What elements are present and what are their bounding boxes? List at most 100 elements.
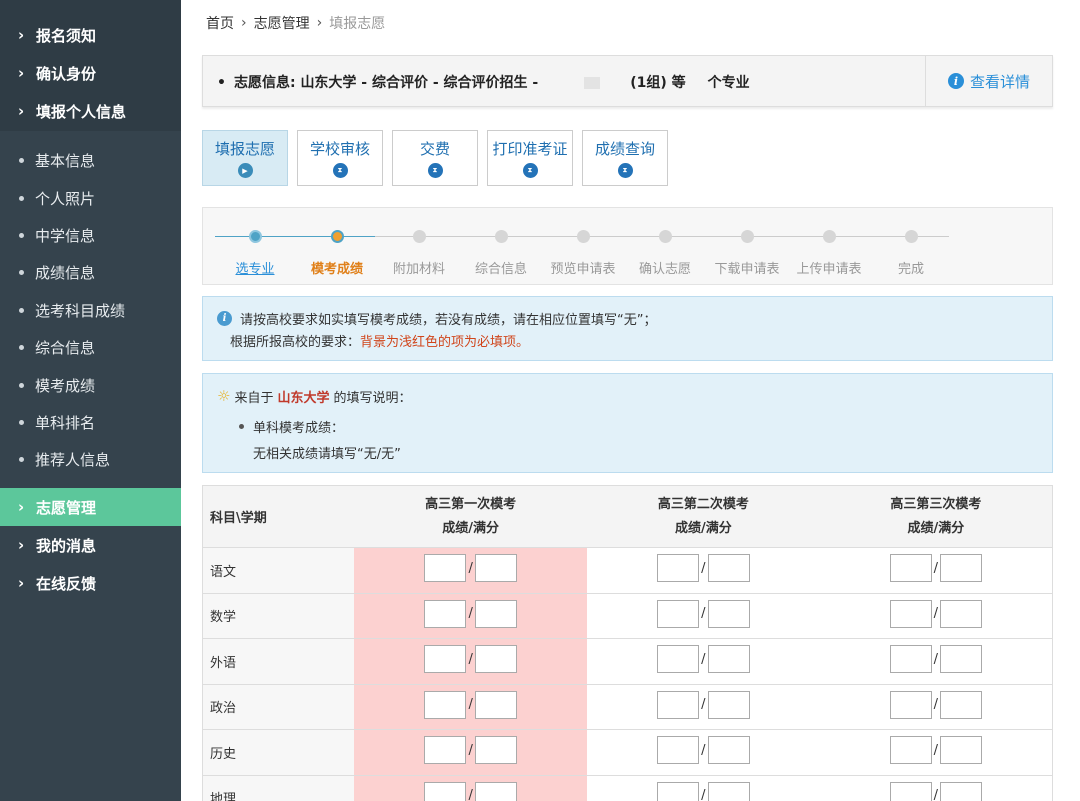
sidebar-sub-photo[interactable]: 个人照片: [0, 179, 181, 216]
full-score-input[interactable]: [707, 554, 750, 583]
sidebar-item-online-feedback[interactable]: › 在线反馈: [0, 564, 181, 602]
column-header: 高三第一次模考 成绩/满分: [354, 485, 587, 548]
score-input-pair: /: [424, 781, 517, 801]
score-input[interactable]: [657, 645, 700, 674]
sidebar-sub-label: 中学信息: [35, 226, 96, 245]
sidebar-sub-mock-scores[interactable]: 模考成绩: [0, 366, 181, 403]
sidebar-sub-label: 选考科目成绩: [35, 301, 126, 320]
score-input[interactable]: [424, 645, 467, 674]
score-input[interactable]: [889, 645, 932, 674]
subject-cell: 数学: [202, 593, 355, 639]
step-select-major[interactable]: 选专业: [215, 230, 295, 277]
chevron-right-icon: ›: [18, 102, 25, 120]
sidebar-item-confirm-identity[interactable]: › 确认身份: [0, 54, 181, 92]
sidebar-sub-comprehensive[interactable]: 综合信息: [0, 329, 181, 366]
score-input[interactable]: [889, 781, 932, 801]
full-score-input[interactable]: [940, 781, 983, 801]
score-input[interactable]: [657, 781, 700, 801]
score-input[interactable]: [657, 554, 700, 583]
score-input[interactable]: [657, 690, 700, 719]
score-input[interactable]: [889, 736, 932, 765]
score-input[interactable]: [889, 599, 932, 628]
tab-score-query[interactable]: 成绩查询 ⧗: [582, 130, 668, 186]
column-header: 高三第三次模考 成绩/满分: [819, 485, 1053, 548]
notice-box: i 请按高校要求如实填写模考成绩，若没有成绩，请在相应位置填写“无”； 根据所报高…: [202, 296, 1053, 361]
full-score-input[interactable]: [474, 645, 517, 674]
full-score-input[interactable]: [940, 599, 983, 628]
score-input[interactable]: [889, 690, 932, 719]
slash-separator: /: [933, 697, 939, 713]
full-score-input[interactable]: [707, 690, 750, 719]
sidebar-sub-school-info[interactable]: 中学信息: [0, 217, 181, 254]
tab-print-admission[interactable]: 打印准考证 ⧗: [487, 130, 573, 186]
sidebar-item-registration-notice[interactable]: › 报名须知: [0, 16, 181, 54]
full-score-input[interactable]: [474, 690, 517, 719]
score-input[interactable]: [889, 554, 932, 583]
sidebar-item-personal-info[interactable]: › 填报个人信息: [0, 92, 181, 130]
step-upload-form: 上传申请表: [789, 230, 869, 277]
sidebar-item-my-messages[interactable]: › 我的消息: [0, 526, 181, 564]
score-cell: /: [587, 684, 820, 730]
slash-separator: /: [701, 606, 706, 622]
step-dot: [904, 230, 918, 243]
step-label: 综合信息: [474, 262, 527, 277]
sidebar-item-application-management[interactable]: › 志愿管理: [0, 488, 181, 526]
score-input[interactable]: [424, 599, 467, 628]
sidebar-sub-subject-rank[interactable]: 单科排名: [0, 404, 181, 441]
full-score-input[interactable]: [940, 736, 983, 765]
full-score-input[interactable]: [474, 736, 517, 765]
sidebar-sub-grades[interactable]: 成绩信息: [0, 254, 181, 291]
chevron-right-icon: ›: [18, 498, 25, 516]
chevron-right-icon: ›: [18, 64, 25, 82]
full-score-input[interactable]: [474, 599, 517, 628]
corner-header: 科目\学期: [202, 485, 355, 548]
column-subtitle: 成绩/满分: [442, 520, 499, 536]
score-input[interactable]: [424, 690, 467, 719]
sidebar-sub-elective-grades[interactable]: 选考科目成绩: [0, 292, 181, 329]
info-tail: 个专业: [707, 75, 750, 91]
score-input[interactable]: [424, 781, 467, 801]
step-dot: [330, 230, 344, 243]
table-row: 政治 / / /: [202, 684, 1053, 730]
step-dot: [740, 230, 754, 243]
full-score-input[interactable]: [940, 554, 983, 583]
score-cell: /: [819, 638, 1053, 685]
step-download-form: 下载申请表: [707, 230, 787, 277]
score-input[interactable]: [424, 736, 467, 765]
score-input[interactable]: [657, 599, 700, 628]
tab-fill-application[interactable]: 填报志愿 ▶: [202, 130, 288, 186]
score-input[interactable]: [424, 554, 467, 583]
tab-payment[interactable]: 交费 ⧗: [392, 130, 478, 186]
full-score-input[interactable]: [707, 736, 750, 765]
sidebar-sub-referee[interactable]: 推荐人信息: [0, 441, 181, 478]
step-label: 预览申请表: [550, 262, 616, 277]
sidebar-sub-label: 基本信息: [35, 152, 96, 171]
full-score-input[interactable]: [707, 645, 750, 674]
score-input-pair: /: [889, 554, 983, 583]
breadcrumb-section[interactable]: 志愿管理: [254, 13, 310, 33]
score-input-pair: /: [424, 599, 517, 628]
slash-separator: /: [468, 742, 473, 758]
tab-school-review[interactable]: 学校审核 ⧗: [297, 130, 383, 186]
slash-separator: /: [468, 697, 473, 713]
score-input[interactable]: [657, 736, 700, 765]
full-score-input[interactable]: [474, 781, 517, 801]
tab-label: 学校审核: [309, 140, 370, 158]
view-details-link[interactable]: i 查看详情: [925, 56, 1052, 106]
sidebar-item-label: 在线反馈: [36, 574, 97, 593]
full-score-input[interactable]: [940, 645, 983, 674]
bullet-dot: •: [217, 75, 226, 91]
tips-prefix: 来自于: [234, 390, 274, 406]
info-value: 山东大学 - 综合评价 - 综合评价招生 -: [300, 75, 539, 91]
breadcrumb-home[interactable]: 首页: [206, 13, 234, 33]
sidebar-sub-label: 成绩信息: [35, 264, 96, 283]
slash-separator: /: [933, 788, 939, 801]
breadcrumb: 首页 › 志愿管理 › 填报志愿: [206, 13, 385, 33]
full-score-input[interactable]: [474, 554, 517, 583]
full-score-input[interactable]: [707, 781, 750, 801]
full-score-input[interactable]: [707, 599, 750, 628]
hourglass-icon: ⧗: [522, 163, 538, 178]
sidebar-sub-basic-info[interactable]: 基本信息: [0, 142, 181, 179]
full-score-input[interactable]: [940, 690, 983, 719]
column-title: 高三第三次模考: [890, 496, 982, 512]
